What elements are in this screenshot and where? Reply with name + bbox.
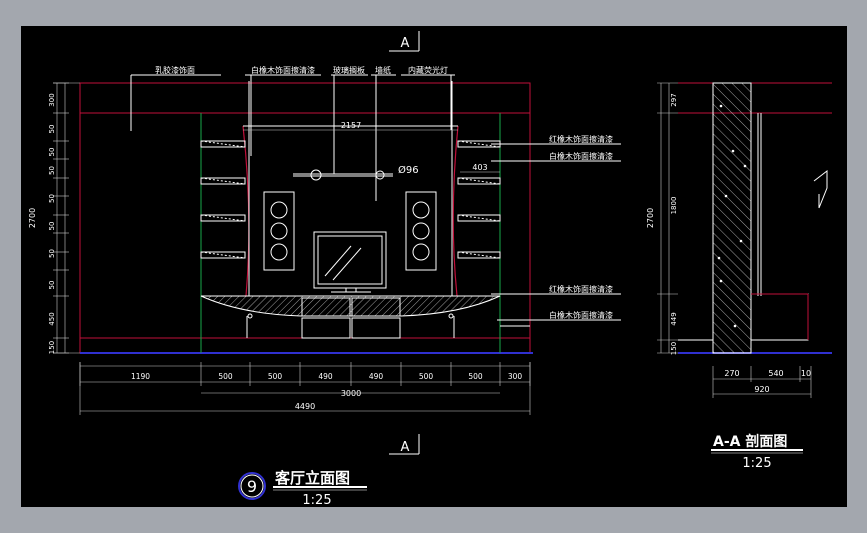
elevation-scale: 1:25	[302, 493, 331, 507]
elev-vdim-7: 50	[48, 281, 56, 290]
section-vertical-dimensions: 2700 297 1800 449 150	[646, 82, 678, 355]
section-cabinet	[750, 293, 809, 341]
section-title: A-A 剖面图	[713, 433, 787, 450]
elev-vdim-8: 450	[48, 312, 56, 325]
right-speaker	[405, 191, 437, 271]
svg-text:A: A	[401, 440, 410, 455]
callout-white-oak-2: 白橡木饰面擦清漆	[549, 310, 613, 320]
elev-hdim-1: 500	[218, 372, 233, 381]
elev-vdim-1: 50	[48, 125, 56, 134]
left-speaker	[263, 191, 295, 271]
dim-4490: 4490	[295, 402, 315, 411]
title-number: 9	[247, 477, 257, 496]
elev-vdim-4: 50	[48, 194, 56, 203]
right-callouts: 红橡木饰面擦清漆 白橡木饰面擦清漆 红橡木饰面擦清漆 白橡木饰面擦清漆	[491, 134, 621, 321]
section-view: 2700 297 1800 449 150 270 540 10 920 A-A 剖面…	[646, 82, 832, 471]
left-shelves	[200, 140, 246, 259]
elev-hdim-2: 500	[268, 372, 283, 381]
cad-drawing: Ø96 乳胶漆饰面 白橡木饰面擦清漆 玻璃搁板 墙纸 内藏荧光灯 红橡木饰面擦清…	[28, 31, 832, 507]
left-curve-panel	[242, 125, 250, 297]
dim-height-2700: 2700	[28, 208, 37, 228]
section-dim-10: 10	[801, 369, 811, 378]
section-dim-920: 920	[754, 385, 769, 394]
dim-3000: 3000	[341, 389, 361, 398]
section-mark-top: A	[389, 31, 420, 52]
elev-vdim-2: 50	[48, 148, 56, 157]
sect-vdim-1: 1800	[670, 197, 678, 215]
section-bottom-dimensions: 270 540 10 920	[712, 366, 812, 398]
sect-vdim-0: 297	[670, 93, 678, 106]
section-scale: 1:25	[742, 456, 771, 471]
section-vertical-dims: 297 1800 449 150	[657, 82, 678, 355]
elev-hdim-0: 1190	[131, 372, 150, 381]
callout-red-oak-2: 红橡木饰面擦清漆	[549, 284, 613, 294]
callout-white-oak-1: 白橡木饰面擦清漆	[549, 151, 613, 161]
section-title-block: A-A 剖面图 1:25	[711, 433, 803, 471]
callout-wallpaper: 墙纸	[375, 65, 391, 75]
callout-latex-paint: 乳胶漆饰面	[155, 65, 195, 75]
elev-hdim-3: 490	[318, 372, 333, 381]
section-height-2700: 2700	[646, 208, 655, 228]
callout-red-oak-1: 红橡木饰面擦清漆	[549, 134, 613, 144]
elevation-bottom-dims: 1190 500 500 490 490 500 500 300	[79, 362, 531, 386]
elev-vdim-0: 300	[48, 93, 56, 106]
elev-vdim-9: 150	[48, 341, 56, 354]
elev-hdim-6: 500	[468, 372, 483, 381]
lamp-fixture: Ø96	[293, 164, 419, 181]
section-break-mark	[813, 169, 828, 209]
sect-vdim-2: 449	[670, 312, 678, 325]
callout-glass-shelf: 玻璃搁板	[333, 65, 365, 75]
elev-hdim-4: 490	[369, 372, 384, 381]
cad-drawing-canvas: Ø96 乳胶漆饰面 白橡木饰面擦清漆 玻璃搁板 墙纸 内藏荧光灯 红橡木饰面擦清…	[21, 26, 847, 507]
callout-fluorescent: 内藏荧光灯	[408, 65, 448, 75]
left-vertical-dimensions: 2700 300 50 50 50 50 50 50 50 450 150	[28, 82, 80, 354]
dim-2157: 2157	[341, 121, 361, 130]
elev-hdim-5: 500	[419, 372, 434, 381]
elevation-view: Ø96 乳胶漆饰面 白橡木饰面擦清漆 玻璃搁板 墙纸 内藏荧光灯 红橡木饰面擦清…	[28, 31, 621, 507]
tv-screen	[313, 231, 387, 293]
sect-vdim-3: 150	[670, 342, 678, 355]
dim-403: 403	[472, 163, 487, 172]
right-curve-panel	[452, 125, 459, 297]
elevation-title-block: 9 客厅立面图 1:25	[238, 469, 367, 507]
section-dim-540: 540	[768, 369, 783, 378]
elevation-title: 客厅立面图	[274, 469, 350, 487]
svg-text:A: A	[401, 36, 410, 51]
section-dim-270: 270	[724, 369, 739, 378]
elevation-vertical-dims: 300 50 50 50 50 50 50 50 450 150	[48, 82, 69, 354]
bottom-dimensions: 1190 500 500 490 490 500 500 300 3000 4490	[79, 362, 531, 415]
section-mark-bottom: A	[389, 434, 420, 455]
elev-vdim-5: 50	[48, 222, 56, 231]
elev-vdim-3: 50	[48, 166, 56, 175]
elev-hdim-7: 300	[508, 372, 523, 381]
callout-white-oak: 白橡木饰面擦清漆	[251, 65, 315, 75]
lamp-diameter-label: Ø96	[398, 164, 419, 176]
elev-vdim-6: 50	[48, 249, 56, 258]
section-wall-hatch	[712, 82, 752, 354]
top-callouts: 乳胶漆饰面 白橡木饰面擦清漆 玻璃搁板 墙纸 内藏荧光灯	[130, 65, 455, 201]
right-shelves	[457, 140, 501, 259]
